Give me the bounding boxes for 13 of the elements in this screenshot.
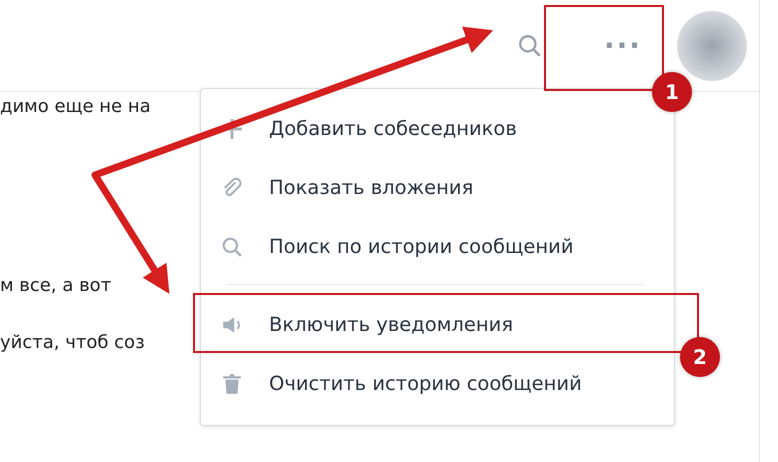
message-text: димо еще не на xyxy=(0,96,152,117)
menu-item[interactable]: Показать вложения xyxy=(201,158,674,217)
menu-item[interactable]: Поиск по истории сообщений xyxy=(201,217,674,276)
step-badge: 2 xyxy=(680,337,720,377)
message-text: уйста, чтоб соз xyxy=(0,332,146,353)
menu-item[interactable]: Включить уведомления xyxy=(201,295,674,354)
search-icon[interactable] xyxy=(517,32,543,58)
message-text: м все, а вот xyxy=(0,275,112,296)
paperclip-icon xyxy=(221,176,243,198)
trash-icon xyxy=(221,372,243,394)
step-badge: 1 xyxy=(652,72,692,112)
menu-item[interactable]: Очистить историю сообщений xyxy=(201,354,674,413)
search-icon xyxy=(221,236,243,258)
